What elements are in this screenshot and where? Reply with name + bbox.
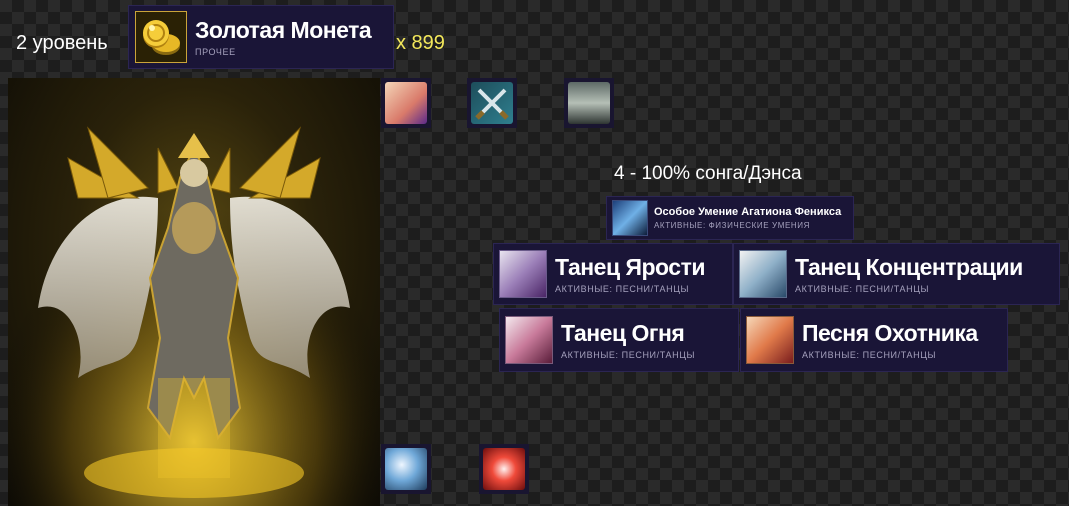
item-name: Золотая Монета [195, 17, 372, 43]
wind-spiral-icon[interactable] [381, 444, 431, 494]
skill-name: Танец Ярости [555, 254, 706, 280]
cat-agathion-icon[interactable] [381, 78, 431, 128]
phoenix-skill-icon [612, 200, 648, 236]
skill-name: Танец Огня [561, 320, 685, 346]
crossed-swords-icon[interactable] [467, 78, 517, 128]
skill-card-fire-dance[interactable]: Танец Огня АКТИВНЫЕ: ПЕСНИ/ТАНЦЫ [499, 308, 739, 372]
section-heading: 4 - 100% сонга/Дэнса [614, 163, 802, 184]
skill-category: АКТИВНЫЕ: ФИЗИЧЕСКИЕ УМЕНИЯ [654, 221, 811, 230]
item-quantity: x 899 [396, 32, 445, 54]
skill-card-fury-dance[interactable]: Танец Ярости АКТИВНЫЕ: ПЕСНИ/ТАНЦЫ [493, 243, 733, 305]
level-label: 2 уровень [16, 32, 108, 54]
dancer-fury-icon [499, 250, 547, 298]
skill-category: АКТИВНЫЕ: ПЕСНИ/ТАНЦЫ [802, 350, 937, 360]
item-card-gold-coin[interactable]: Золотая Монета ПРОЧЕЕ [128, 5, 394, 69]
armored-knight-icon[interactable] [564, 78, 614, 128]
skill-name: Песня Охотника [802, 320, 978, 346]
skill-card-hunter-song[interactable]: Песня Охотника АКТИВНЫЕ: ПЕСНИ/ТАНЦЫ [740, 308, 1008, 372]
red-burst-icon[interactable] [479, 444, 529, 494]
skill-name: Особое Умение Агатиона Феникса [654, 206, 842, 218]
singer-hunter-icon [746, 316, 794, 364]
character-portrait [8, 78, 380, 506]
skill-category: АКТИВНЫЕ: ПЕСНИ/ТАНЦЫ [561, 350, 696, 360]
gold-coin-icon [135, 11, 187, 63]
skill-category: АКТИВНЫЕ: ПЕСНИ/ТАНЦЫ [555, 284, 690, 294]
skill-name: Танец Концентрации [795, 254, 1023, 280]
item-category: ПРОЧЕЕ [195, 47, 236, 57]
dancer-concentration-icon [739, 250, 787, 298]
skill-card-phoenix-special[interactable]: Особое Умение Агатиона Феникса АКТИВНЫЕ:… [606, 196, 854, 240]
dancer-fire-icon [505, 316, 553, 364]
skill-card-concentration-dance[interactable]: Танец Концентрации АКТИВНЫЕ: ПЕСНИ/ТАНЦЫ [733, 243, 1060, 305]
skill-category: АКТИВНЫЕ: ПЕСНИ/ТАНЦЫ [795, 284, 930, 294]
